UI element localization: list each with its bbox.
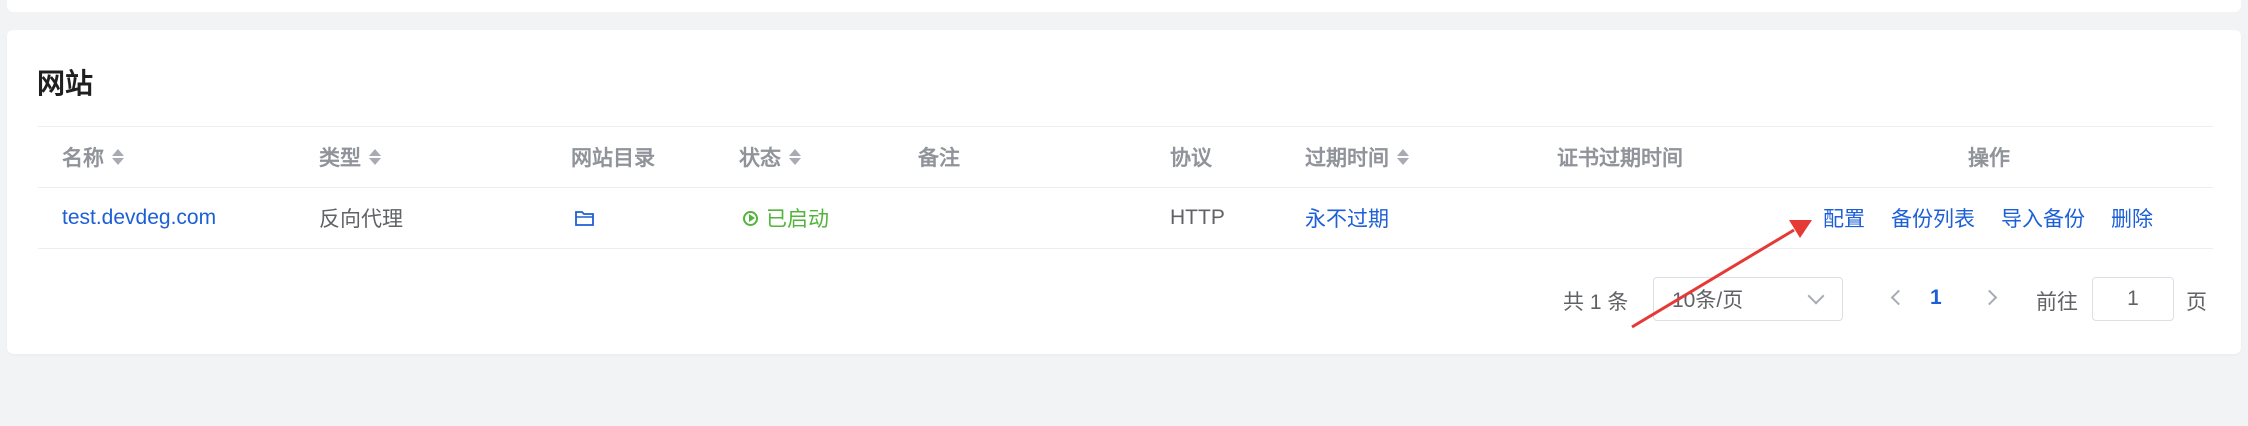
col-protocol-header: 协议 bbox=[1170, 147, 1212, 170]
play-circle-icon bbox=[743, 210, 758, 226]
page-suffix: 页 bbox=[2186, 291, 2207, 314]
goto-label: 前往 bbox=[2036, 291, 2078, 314]
page-number-current[interactable]: 1 bbox=[1930, 286, 1942, 310]
col-cert-expire-header: 证书过期时间 bbox=[1557, 147, 1683, 170]
folder-icon[interactable] bbox=[575, 188, 595, 248]
delete-button[interactable]: 删除 bbox=[2111, 203, 2153, 233]
col-name-header[interactable]: 名称 bbox=[62, 127, 124, 187]
site-type: 反向代理 bbox=[319, 208, 403, 231]
site-name-link[interactable]: test.devdeg.com bbox=[62, 188, 216, 248]
config-button[interactable]: 配置 bbox=[1823, 203, 1865, 233]
row-actions: 配置 备份列表 导入备份 删除 bbox=[1823, 188, 2153, 248]
status-badge[interactable]: 已启动 bbox=[743, 188, 829, 248]
table-row: test.devdeg.com 反向代理 已启动 HTTP 永不过期 配置 备份… bbox=[38, 188, 2213, 249]
sort-icon[interactable] bbox=[1397, 149, 1409, 165]
top-panel-edge bbox=[7, 0, 2241, 12]
import-backup-button[interactable]: 导入备份 bbox=[2001, 203, 2085, 233]
chevron-down-icon bbox=[1807, 287, 1825, 305]
site-expire-link[interactable]: 永不过期 bbox=[1305, 188, 1389, 248]
col-expire-header[interactable]: 过期时间 bbox=[1305, 127, 1409, 187]
website-card: 网站 名称 类型 网站目录 状态 备注 协议 过期时间 证书过期时间 操作 te… bbox=[7, 30, 2241, 354]
col-ops-header: 操作 bbox=[1968, 147, 2010, 170]
col-remark-header: 备注 bbox=[918, 147, 960, 170]
site-protocol: HTTP bbox=[1170, 206, 1225, 229]
card-title: 网站 bbox=[37, 68, 94, 99]
sort-icon[interactable] bbox=[369, 149, 381, 165]
backup-list-button[interactable]: 备份列表 bbox=[1891, 203, 1975, 233]
col-status-header[interactable]: 状态 bbox=[739, 127, 801, 187]
page-size-select[interactable]: 10条/页 bbox=[1653, 277, 1843, 321]
col-type-header[interactable]: 类型 bbox=[319, 127, 381, 187]
col-dir-header: 网站目录 bbox=[571, 147, 655, 170]
goto-page-input[interactable]: 1 bbox=[2092, 277, 2174, 321]
sort-icon[interactable] bbox=[789, 149, 801, 165]
pagination-total: 共 1 条 bbox=[1563, 291, 1629, 314]
table-header: 名称 类型 网站目录 状态 备注 协议 过期时间 证书过期时间 操作 bbox=[38, 126, 2213, 188]
website-table: 名称 类型 网站目录 状态 备注 协议 过期时间 证书过期时间 操作 test.… bbox=[38, 126, 2213, 249]
sort-icon[interactable] bbox=[112, 149, 124, 165]
